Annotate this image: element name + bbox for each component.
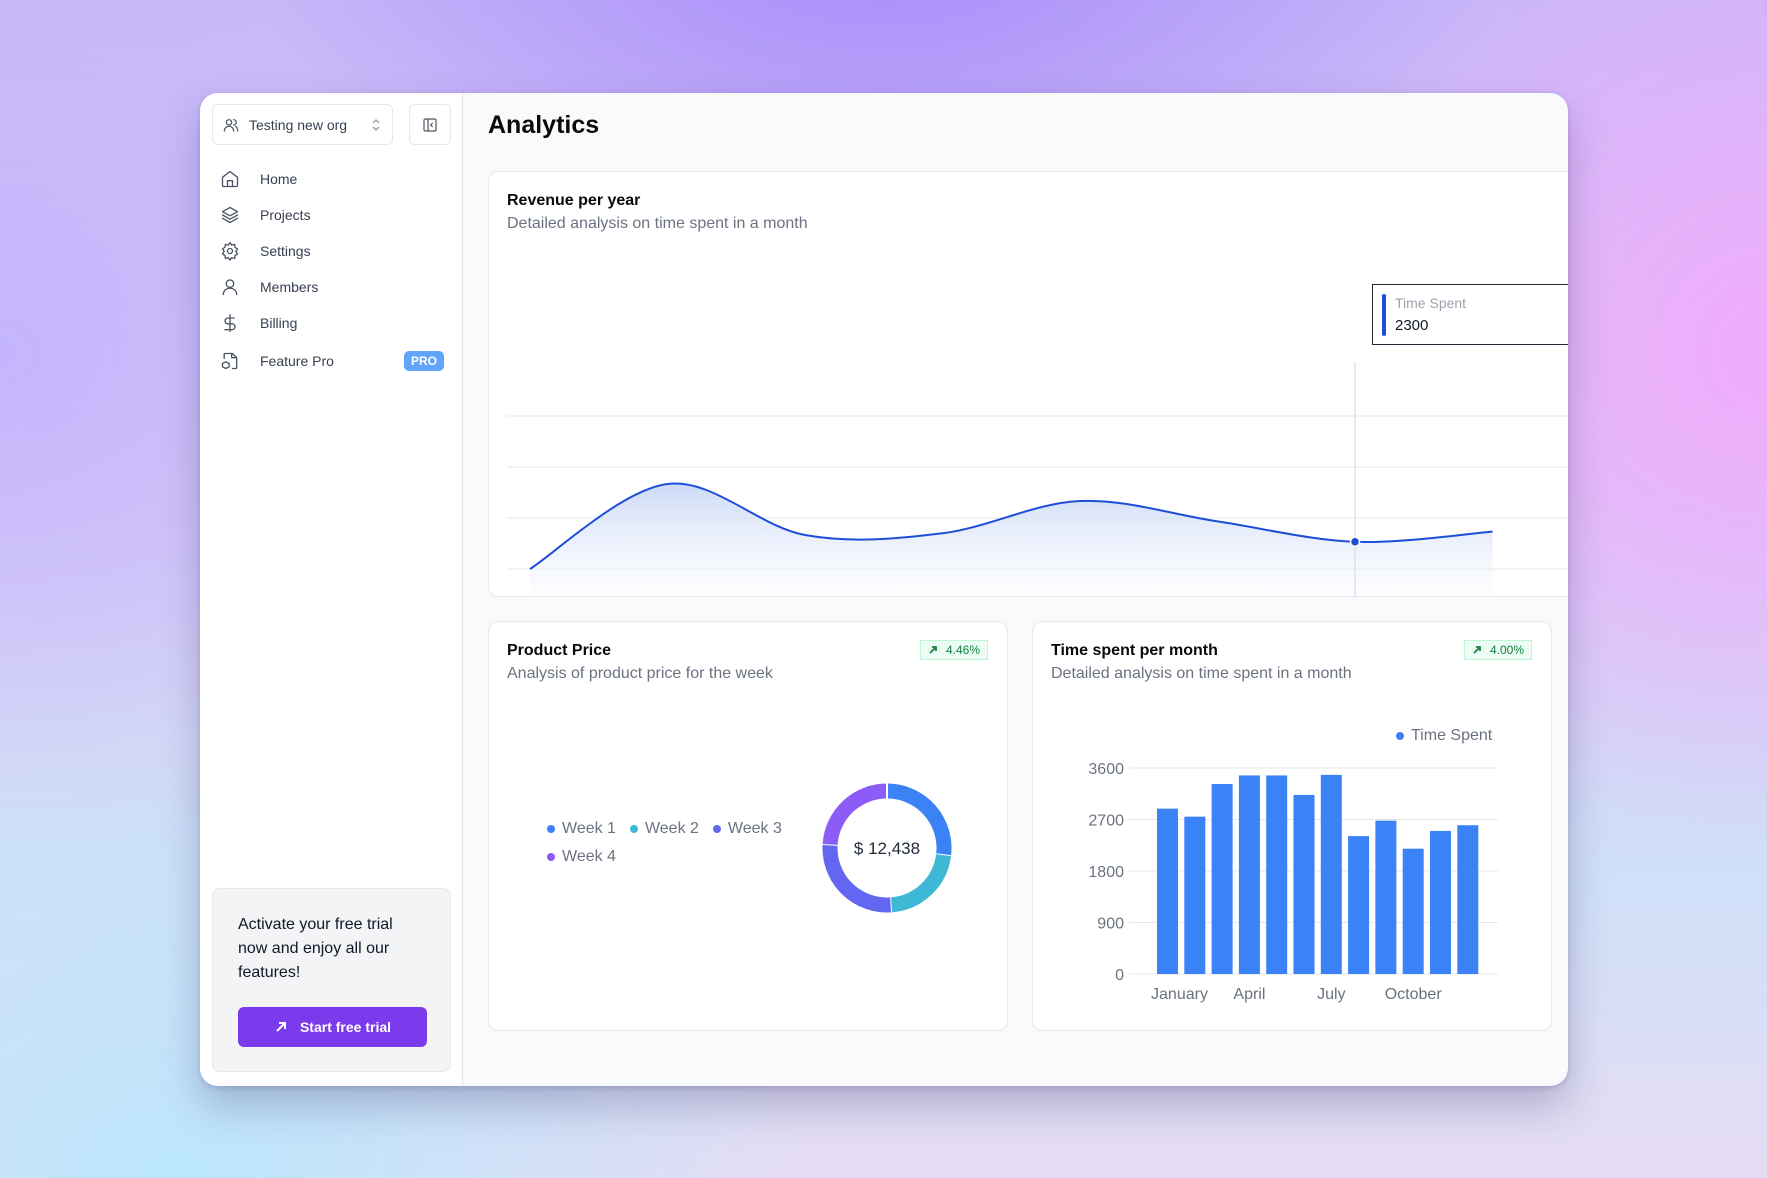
- legend-label: Week 1: [562, 820, 616, 837]
- sidebar-item-label: Projects: [260, 207, 311, 223]
- tooltip-label: Time Spent: [1395, 295, 1467, 311]
- bar-november[interactable]: [1430, 830, 1451, 974]
- bar-january[interactable]: [1157, 808, 1178, 974]
- sidebar-item-members[interactable]: Members: [212, 269, 452, 305]
- donut-center-label: $ 12,438: [854, 839, 920, 858]
- users-icon: [223, 118, 239, 132]
- revenue-area-chart[interactable]: JanuaryMarchMayJuly: [489, 172, 1568, 598]
- time-spent-card: Time spent per month Detailed analysis o…: [1032, 621, 1552, 1031]
- sidebar-item-feature-pro[interactable]: Feature Pro PRO: [212, 343, 452, 379]
- sidebar-item-label: Settings: [260, 243, 311, 259]
- legend-dot: [629, 825, 638, 833]
- bar-september[interactable]: [1375, 820, 1397, 974]
- pro-badge: PRO: [403, 351, 444, 371]
- chevron-up-down-icon: [372, 118, 380, 131]
- card-subtitle: Analysis of product price for the week: [507, 665, 773, 682]
- legend-dot: [547, 825, 555, 833]
- layers-icon: [221, 206, 239, 224]
- sidebar-item-billing[interactable]: Billing: [212, 305, 452, 341]
- bar-legend[interactable]: Time Spent: [1396, 727, 1492, 745]
- trial-message: Activate your free trial now and enjoy a…: [238, 916, 393, 981]
- card-title: Time spent per month: [1051, 642, 1218, 659]
- legend-dot: [547, 853, 555, 861]
- y-tick-label: 2700: [1088, 813, 1124, 830]
- collapse-sidebar-button[interactable]: [409, 104, 451, 145]
- bar-june[interactable]: [1293, 794, 1315, 974]
- x-tick-label: July: [1317, 986, 1345, 1003]
- y-tick-label: 1800: [1088, 864, 1124, 881]
- y-tick-label: 0: [1115, 967, 1124, 984]
- legend-item[interactable]: Week 1: [547, 820, 616, 838]
- x-tick-label: April: [1233, 986, 1265, 1003]
- product-donut-chart[interactable]: $ 12,438: [817, 778, 957, 918]
- legend-label: Week 2: [644, 820, 699, 837]
- bar-march[interactable]: [1211, 784, 1233, 974]
- dollar-icon: [224, 314, 236, 332]
- card-subtitle: Detailed analysis on time spent in a mon…: [1051, 665, 1352, 682]
- sidebar-item-settings[interactable]: Settings: [212, 233, 452, 269]
- app-window: Testing new org Home Projects Settings M…: [200, 93, 1568, 1086]
- revenue-card: Revenue per year Detailed analysis on ti…: [488, 171, 1568, 597]
- y-tick-label: 3600: [1088, 761, 1124, 778]
- sidebar-item-projects[interactable]: Projects: [212, 197, 452, 233]
- trend-up-icon: [929, 646, 937, 654]
- sidebar-collapse-icon: [423, 117, 437, 132]
- chart-tooltip: Time Spent 2300: [1372, 284, 1568, 345]
- user-icon: [222, 279, 238, 296]
- org-switcher[interactable]: Testing new org: [212, 104, 393, 145]
- page-title: Analytics: [488, 111, 600, 139]
- delta-value: 4.46%: [946, 643, 981, 657]
- card-title: Product Price: [507, 642, 612, 659]
- bar-may[interactable]: [1266, 775, 1288, 974]
- donut-legend: Week 1 Week 2 Week 3 Week 4: [547, 820, 807, 876]
- home-icon: [221, 170, 239, 188]
- donut-slice-2[interactable]: [889, 853, 951, 913]
- start-free-trial-label: Start free trial: [299, 1019, 392, 1035]
- legend-label: Week 4: [562, 848, 616, 865]
- highlight-point[interactable]: [1351, 537, 1360, 546]
- sidebar-item-label: Feature Pro: [260, 353, 334, 369]
- arrow-up-right-icon: [276, 1022, 286, 1032]
- bar-december[interactable]: [1457, 825, 1479, 974]
- legend-item[interactable]: Week 2: [629, 820, 699, 838]
- legend-label: Week 3: [727, 820, 782, 837]
- org-name: Testing new org: [249, 116, 348, 133]
- bar-july[interactable]: [1320, 774, 1342, 974]
- legend-item[interactable]: Week 3: [712, 820, 782, 838]
- gear-icon: [221, 242, 239, 261]
- delta-badge: 4.00%: [1464, 640, 1533, 660]
- legend-item[interactable]: Week 4: [547, 848, 616, 866]
- sidebar-item-label: Members: [260, 279, 319, 295]
- sidebar: Testing new org Home Projects Settings M…: [200, 93, 463, 1086]
- tooltip-color-bar: [1382, 294, 1386, 336]
- bar-february[interactable]: [1184, 816, 1206, 974]
- sidebar-item-home[interactable]: Home: [212, 161, 452, 197]
- delta-badge: 4.46%: [920, 640, 989, 660]
- legend-dot: [712, 825, 721, 833]
- sidebar-item-label: Home: [260, 171, 298, 187]
- time-spent-bar-chart[interactable]: 0 900 1800 2700 3600 January April July October: [1033, 752, 1553, 1022]
- bar-october[interactable]: [1402, 848, 1424, 974]
- y-tick-label: 900: [1097, 916, 1124, 933]
- sidebar-item-label: Billing: [260, 315, 298, 331]
- free-trial-card: Activate your free trial now and enjoy a…: [212, 888, 451, 1072]
- legend-label: Time Spent: [1411, 727, 1493, 744]
- product-price-card: Product Price Analysis of product price …: [488, 621, 1008, 1031]
- trend-up-icon: [1473, 646, 1481, 654]
- donut-slice-4[interactable]: [822, 783, 888, 846]
- sidebar-nav: Home Projects Settings Members Billing F…: [212, 161, 452, 379]
- x-tick-label: January: [1151, 986, 1208, 1003]
- bar-august[interactable]: [1348, 836, 1370, 974]
- x-tick-label: October: [1385, 986, 1443, 1003]
- file-box-icon: [221, 352, 238, 370]
- start-free-trial-button[interactable]: Start free trial: [238, 1007, 427, 1047]
- bar-april[interactable]: [1238, 775, 1260, 974]
- tooltip-value: 2300: [1395, 317, 1429, 334]
- legend-dot: [1396, 732, 1404, 740]
- delta-value: 4.00%: [1490, 643, 1525, 657]
